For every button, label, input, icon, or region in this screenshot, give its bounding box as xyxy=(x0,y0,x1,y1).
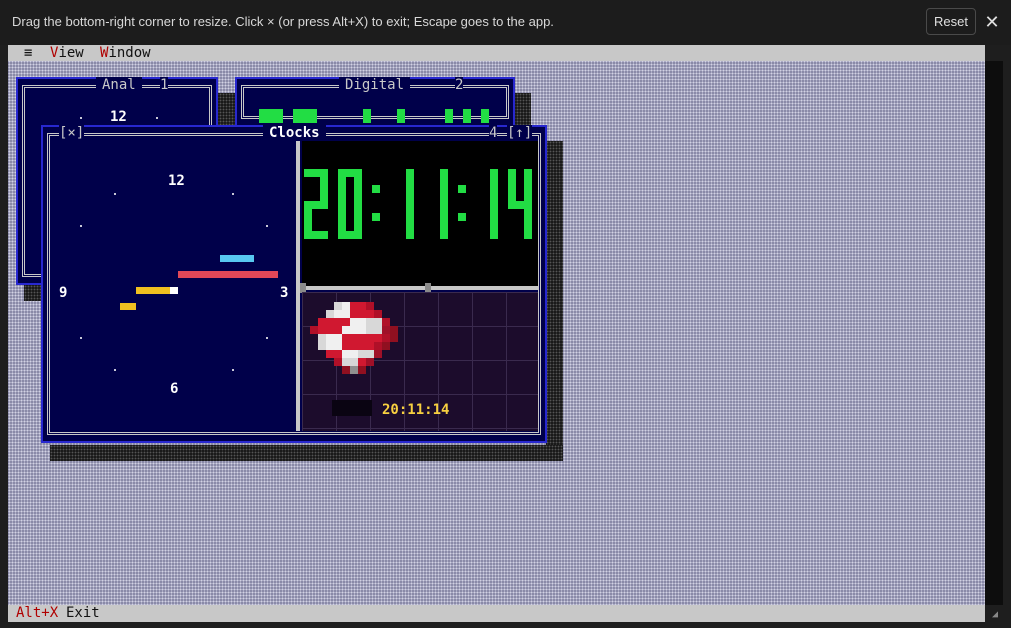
clocks-window[interactable]: [×] Clocks 4 [↑] 12 3 6 9 20:11:14 xyxy=(41,125,547,443)
menu-view-label: iew xyxy=(58,45,84,61)
tick xyxy=(80,117,82,119)
tick xyxy=(232,369,234,371)
dial-nine: 9 xyxy=(59,285,68,301)
digit-fragment xyxy=(363,109,371,123)
ball-time-label: 20:11:14 xyxy=(382,402,450,418)
tick xyxy=(114,193,116,195)
checkered-ball-icon xyxy=(310,302,398,374)
ball-pane: 20:11:14 xyxy=(302,292,538,431)
system-menu-icon[interactable]: ≡ xyxy=(24,45,32,61)
digit-fragment xyxy=(259,109,283,123)
clocks-shadow-bottom xyxy=(50,445,563,461)
tick xyxy=(232,193,234,195)
digit-fragment xyxy=(463,109,471,123)
dial-three: 3 xyxy=(280,285,289,301)
hand-hub xyxy=(170,287,178,294)
resize-grip-icon[interactable]: ◢ xyxy=(992,610,1002,620)
digital-time-display xyxy=(304,169,532,239)
tick xyxy=(80,225,82,227)
clocks-number: 4 xyxy=(489,125,498,141)
clocks-title: Clocks xyxy=(263,125,326,141)
analog-title: Anal xyxy=(96,77,142,93)
scroll-strip xyxy=(985,61,1003,605)
clocks-shadow-right xyxy=(546,141,563,461)
ball-shadow xyxy=(332,400,372,416)
second-hand xyxy=(220,255,254,262)
reset-button[interactable]: Reset xyxy=(926,8,976,35)
status-bar: Alt+X Exit xyxy=(8,605,985,622)
host-toolbar: Drag the bottom-right corner to resize. … xyxy=(0,0,1011,45)
clocks-zoom-button[interactable]: [↑] xyxy=(507,125,533,141)
digital-title: Digital xyxy=(339,77,411,93)
digital-number: 2 xyxy=(455,77,464,93)
analog-number: 1 xyxy=(160,77,169,93)
hour-hand-tail xyxy=(120,303,136,310)
tick xyxy=(266,337,268,339)
digit-fragment xyxy=(481,109,489,123)
menu-bar: ≡ View Window xyxy=(8,45,985,61)
digital-shadow xyxy=(513,93,531,127)
exit-label[interactable]: Exit xyxy=(66,605,100,622)
dial-six: 6 xyxy=(170,381,179,397)
digit-fragment xyxy=(293,109,317,123)
tick xyxy=(80,337,82,339)
menu-view[interactable]: View xyxy=(50,45,84,61)
close-icon[interactable]: ✕ xyxy=(984,12,1000,32)
analog-twelve: 12 xyxy=(110,109,127,125)
menu-window-label: indow xyxy=(108,45,151,61)
horizontal-divider[interactable] xyxy=(300,286,538,290)
clocks-close-button[interactable]: [×] xyxy=(59,125,85,141)
tick xyxy=(114,369,116,371)
minute-hand xyxy=(178,271,278,278)
digital-pane xyxy=(302,141,538,286)
digit-fragment xyxy=(445,109,453,123)
menu-window[interactable]: Window xyxy=(100,45,151,61)
terminal-desktop: ≡ View Window Anal 1 12 Digital 2 [×] Cl… xyxy=(8,45,985,622)
tick xyxy=(266,225,268,227)
tick xyxy=(156,117,158,119)
exit-hotkey[interactable]: Alt+X xyxy=(16,605,58,622)
resize-hint: Drag the bottom-right corner to resize. … xyxy=(12,14,554,29)
digital-window[interactable]: Digital 2 xyxy=(235,77,515,127)
analog-dial-pane: 12 3 6 9 xyxy=(50,141,296,431)
digit-fragment xyxy=(397,109,405,123)
dial-twelve: 12 xyxy=(168,173,185,189)
